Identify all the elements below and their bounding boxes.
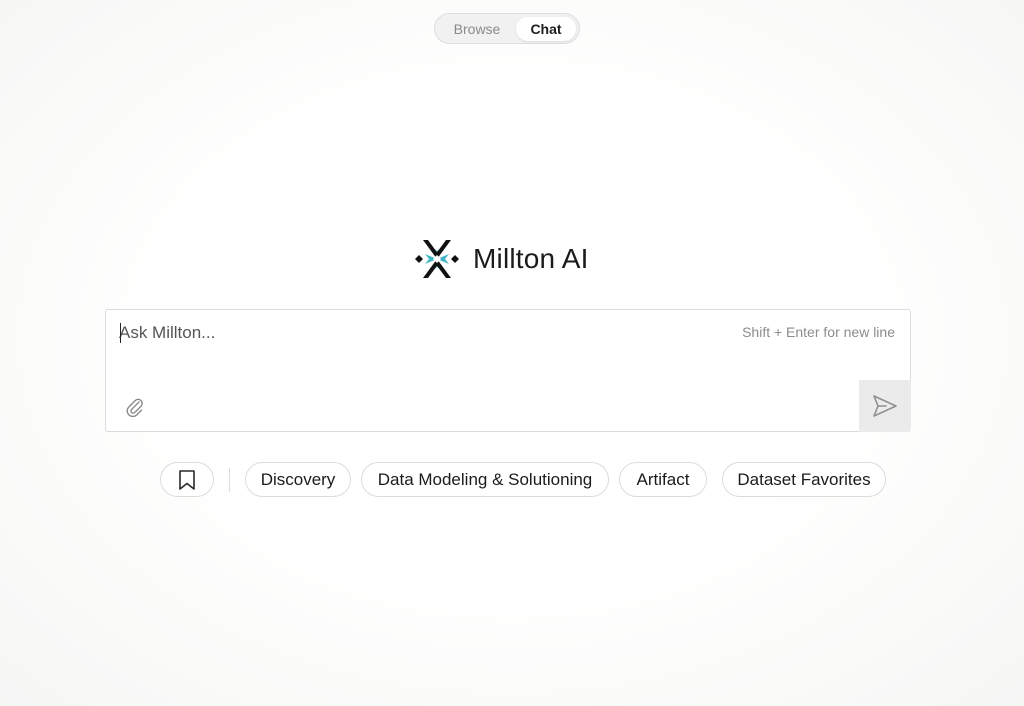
text-caret — [120, 323, 121, 343]
chat-input[interactable] — [119, 320, 679, 346]
bookmark-icon — [179, 469, 195, 490]
mode-toggle: Browse Chat — [434, 13, 580, 44]
chip-divider — [229, 467, 230, 492]
shortcut-chips: Discovery Data Modeling & Solutioning Ar… — [160, 462, 886, 497]
millton-logo-icon — [415, 240, 459, 278]
send-icon — [873, 395, 897, 417]
chip-dataset-favorites[interactable]: Dataset Favorites — [722, 462, 886, 497]
brand: Millton AI — [414, 236, 589, 282]
paperclip-icon[interactable] — [124, 395, 144, 417]
chip-data-modeling[interactable]: Data Modeling & Solutioning — [361, 462, 609, 497]
chip-discovery[interactable]: Discovery — [245, 462, 351, 497]
chat-composer: Shift + Enter for new line — [105, 309, 911, 432]
tab-chat[interactable]: Chat — [516, 16, 576, 41]
bookmark-button[interactable] — [160, 462, 214, 497]
brand-name: Millton AI — [473, 243, 589, 274]
send-button[interactable] — [859, 380, 911, 432]
new-line-hint: Shift + Enter for new line — [742, 324, 895, 340]
chip-artifact[interactable]: Artifact — [619, 462, 707, 497]
tab-browse[interactable]: Browse — [438, 17, 516, 41]
